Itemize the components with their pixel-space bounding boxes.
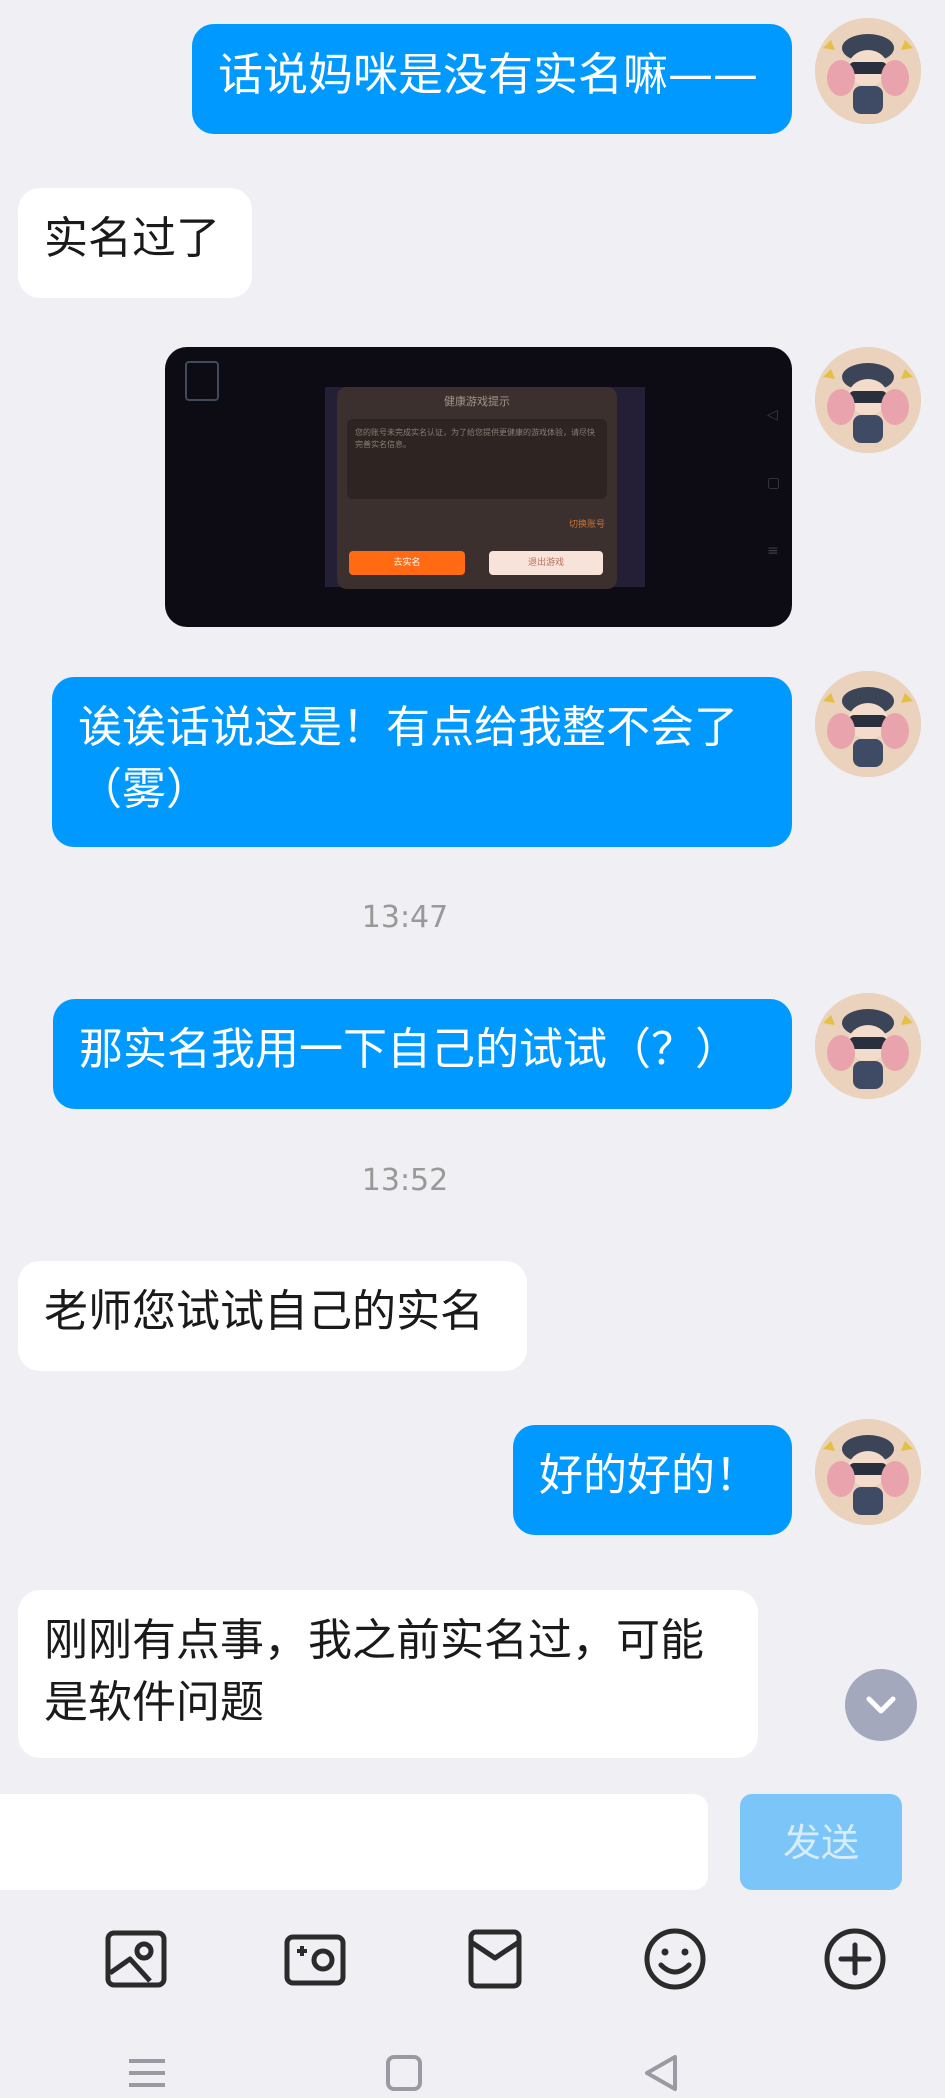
avatar[interactable] [815,18,921,124]
switch-account-link: 切换账号 [568,520,605,530]
timestamp: 13:52 [361,1163,449,1198]
home-icon[interactable] [379,2048,429,2098]
system-nav-bar [0,2026,945,2098]
image-icon[interactable] [101,1924,171,1994]
verify-button: 去实名 [349,551,465,575]
avatar[interactable] [815,1419,921,1525]
game-menu-icon: ≡ [767,543,779,559]
avatar[interactable] [815,993,921,1099]
back-icon[interactable] [636,2048,686,2098]
avatar[interactable] [815,347,921,453]
incoming-message-bubble[interactable]: 实名过了 [18,188,252,298]
input-toolbar [0,1896,945,2026]
game-dialog-title: 健康游戏提示 [444,395,510,408]
scroll-to-bottom-button[interactable] [845,1669,917,1741]
timestamp: 13:47 [361,900,449,935]
outgoing-message-bubble[interactable]: 诶诶话说这是！有点给我整不会了（雾） [52,677,792,847]
image-message[interactable]: 健康游戏提示 您的账号未完成实名认证，为了给您提供更健康的游戏体验，请尽快完善实… [165,347,792,627]
incoming-message-bubble[interactable]: 老师您试试自己的实名 [18,1261,527,1371]
game-icon [185,361,219,401]
game-dialog: 健康游戏提示 您的账号未完成实名认证，为了给您提供更健康的游戏体验，请尽快完善实… [337,387,617,589]
game-back-icon: ◁ [767,407,778,423]
message-input[interactable] [0,1794,708,1890]
chevron-down-icon [866,1696,896,1714]
send-button[interactable]: 发送 [740,1794,902,1890]
game-home-icon: ▢ [767,475,781,491]
outgoing-message-bubble[interactable]: 好的好的！ [513,1425,792,1535]
outgoing-message-bubble[interactable]: 那实名我用一下自己的试试（？） [53,999,792,1109]
red-packet-icon[interactable] [460,1924,530,1994]
outgoing-message-bubble[interactable]: 话说妈咪是没有实名嘛—— [192,24,792,134]
emoji-icon[interactable] [640,1924,710,1994]
plus-icon[interactable] [820,1924,890,1994]
camera-icon[interactable] [280,1924,350,1994]
avatar[interactable] [815,671,921,777]
exit-button: 退出游戏 [489,551,603,575]
game-dialog-body: 您的账号未完成实名认证，为了给您提供更健康的游戏体验，请尽快完善实名信息。 [347,419,607,499]
incoming-message-bubble[interactable]: 刚刚有点事，我之前实名过，可能是软件问题 [18,1590,758,1758]
menu-icon[interactable] [122,2048,172,2098]
chat-history[interactable]: 话说妈咪是没有实名嘛—— 实名过了 健康游戏提示 您的账号未完成实名认证，为了给… [0,0,945,1776]
input-bar: 发送 [0,1776,945,1896]
